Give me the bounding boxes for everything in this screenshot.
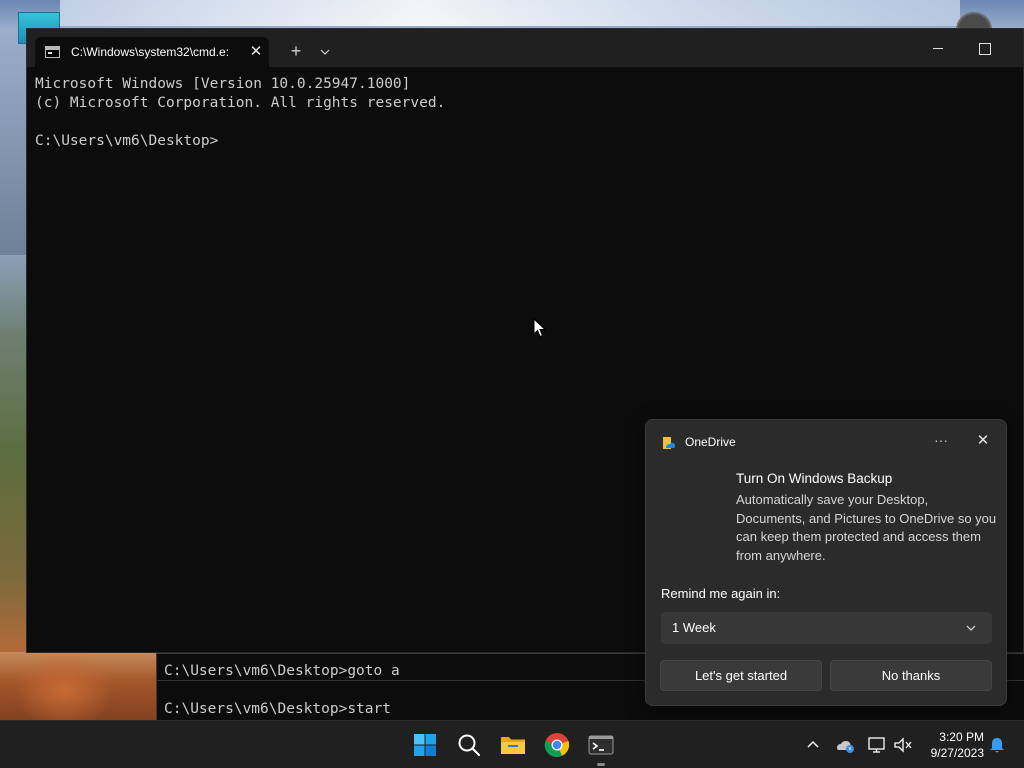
remind-dropdown[interactable]: 1 Week (661, 612, 992, 644)
terminal-titlebar[interactable]: C:\Windows\system32\cmd.e: ✕ + (27, 29, 1023, 67)
tab-close-icon[interactable]: ✕ (247, 43, 265, 61)
terminal-icon[interactable] (587, 731, 615, 759)
chevron-down-icon[interactable] (315, 41, 335, 63)
file-explorer-icon[interactable] (499, 731, 527, 759)
onedrive-icon[interactable] (834, 735, 856, 755)
new-tab-button[interactable]: + (285, 41, 307, 63)
start-icon[interactable] (411, 731, 439, 759)
search-icon[interactable] (455, 731, 483, 759)
cmd-icon (45, 46, 60, 58)
volume-muted-icon[interactable] (892, 735, 914, 755)
notification-app-name: OneDrive (685, 435, 736, 449)
background-cmd-line: C:\Users\vm6\Desktop>start (164, 701, 391, 717)
notification-bell-icon[interactable] (987, 735, 1007, 755)
notification-heading: Turn On Windows Backup (736, 471, 893, 486)
remind-dropdown-value: 1 Week (672, 620, 716, 635)
more-options-icon[interactable]: ··· (930, 430, 952, 452)
tab-title: C:\Windows\system32\cmd.e: (71, 45, 230, 59)
wallpaper-cliff (0, 652, 160, 728)
mouse-cursor-icon (533, 318, 547, 338)
clock-time: 3:20 PM (939, 730, 984, 744)
onedrive-notification[interactable]: OneDrive ··· ✕ Turn On Windows Backup Au… (645, 419, 1007, 706)
close-icon[interactable]: ✕ (972, 430, 994, 452)
background-cmd-line: C:\Users\vm6\Desktop>goto a (164, 663, 400, 679)
wallpaper-clouds (60, 0, 960, 26)
tab-cmd[interactable]: C:\Windows\system32\cmd.e: ✕ (35, 37, 269, 67)
no-thanks-button[interactable]: No thanks (830, 660, 992, 691)
minimize-button[interactable] (923, 37, 953, 61)
console-line: Microsoft Windows [Version 10.0.25947.10… (35, 76, 411, 92)
network-icon[interactable] (866, 735, 888, 755)
onedrive-app-icon (663, 437, 675, 449)
notification-body: Automatically save your Desktop, Documen… (736, 492, 997, 563)
active-app-indicator (597, 763, 605, 766)
console-prompt[interactable]: C:\Users\vm6\Desktop> (35, 132, 1015, 151)
taskbar: 3:20 PM 9/27/2023 (0, 720, 1024, 768)
console-line: (c) Microsoft Corporation. All rights re… (35, 95, 446, 111)
chrome-icon[interactable] (543, 731, 571, 759)
maximize-button[interactable] (969, 37, 999, 61)
remind-label: Remind me again in: (661, 586, 781, 601)
lets-get-started-button[interactable]: Let's get started (660, 660, 822, 691)
chevron-down-icon (966, 625, 976, 631)
system-clock[interactable]: 3:20 PM 9/27/2023 (914, 729, 984, 763)
clock-date: 9/27/2023 (930, 746, 984, 760)
chevron-up-icon[interactable] (803, 735, 823, 755)
